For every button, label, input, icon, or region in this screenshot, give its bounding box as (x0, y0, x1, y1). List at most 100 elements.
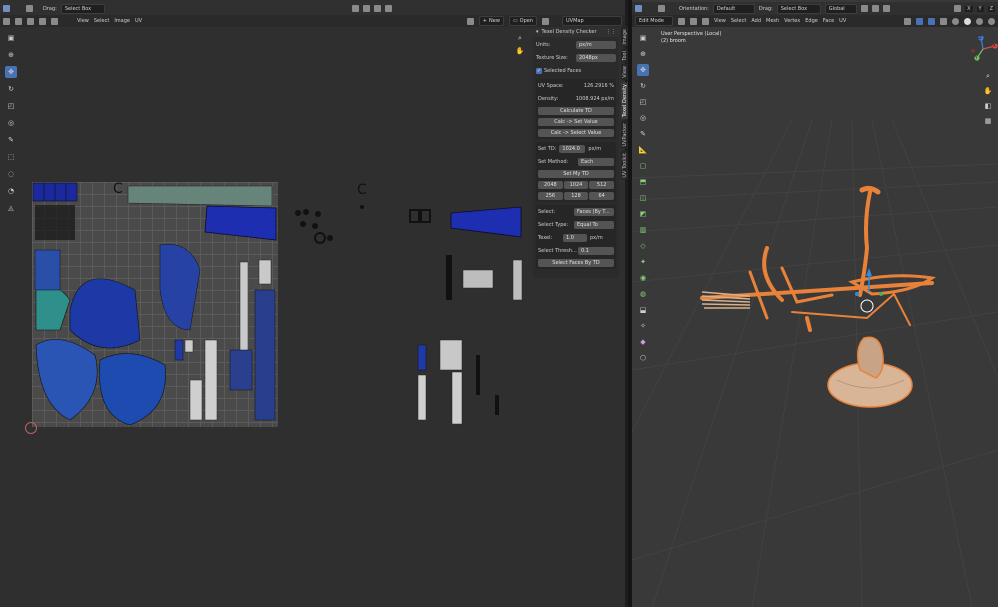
preset-128-button[interactable]: 128 (563, 192, 589, 200)
poly-build-tool[interactable]: ✦ (637, 256, 649, 268)
menu-view-3d[interactable]: View (714, 18, 726, 24)
menu-vertex[interactable]: Vertex (784, 18, 800, 24)
falloff-icon-3d[interactable] (882, 5, 890, 12)
move-tool-3d[interactable]: ✥ (637, 64, 649, 76)
texture-size-label: Texture Size: (536, 55, 568, 61)
bevel-tool[interactable]: ◩ (637, 208, 649, 220)
preset-64-button[interactable]: 64 (589, 192, 615, 200)
spin-tool[interactable]: ◉ (637, 272, 649, 284)
set-method-dropdown[interactable]: Each (578, 158, 614, 166)
panel-header[interactable]: ▾ Texel Density Checker ⋮⋮ (533, 27, 619, 37)
rip-region-tool[interactable]: ⬡ (637, 352, 649, 364)
selected-faces-checkbox[interactable]: ✓ (536, 68, 542, 74)
menu-add[interactable]: Add (751, 18, 761, 24)
gizmo-y-label: Y (975, 55, 978, 60)
density-label: Density: (538, 96, 559, 102)
xray-icon[interactable] (940, 17, 947, 25)
vertex-mode-icon[interactable] (678, 17, 685, 25)
shading-rendered-icon[interactable] (988, 17, 995, 25)
axis-x-toggle[interactable]: X (965, 5, 973, 12)
editor-type-icon-3d[interactable] (635, 5, 642, 12)
calculate-td-button[interactable]: Calculate TD (538, 107, 614, 115)
set-td-input[interactable]: 1024.0 (559, 145, 586, 153)
preset-256-button[interactable]: 256 (538, 192, 563, 200)
visibility-icon[interactable] (904, 17, 911, 25)
rotate-tool-3d[interactable]: ↻ (637, 80, 649, 92)
viewport-perspective-label: User Perspective (Local) (661, 31, 722, 37)
3d-cursor-icon[interactable] (860, 299, 874, 313)
gizmo-z-label: Z (979, 35, 982, 40)
shading-wireframe-icon[interactable] (952, 17, 959, 25)
viewport-object-label: (2) broom (661, 38, 686, 44)
calc-select-value-button[interactable]: Calc -> Select Value (538, 129, 614, 137)
zoom-icon-3d[interactable]: ⌕ (982, 70, 994, 82)
select-faces-by-td-button[interactable]: Select Faces By TD (538, 259, 614, 267)
orientation-dropdown[interactable]: Default (712, 3, 755, 14)
mirror-icon[interactable] (954, 5, 962, 12)
measure-tool[interactable]: 📐 (637, 144, 649, 156)
uv-island-group-inside (32, 182, 277, 426)
shading-material-icon[interactable] (976, 17, 983, 25)
navigation-gizmo[interactable]: X Y Z (968, 34, 998, 64)
menu-mesh[interactable]: Mesh (766, 18, 779, 24)
viewport-subheader: Edit Mode View Select Add Mesh Vertex Ed… (632, 15, 998, 27)
collapse-arrow-icon: ▾ (536, 29, 539, 35)
transform-pivot-icon[interactable] (658, 5, 665, 12)
texture-size-dropdown[interactable]: 2048px (576, 54, 616, 62)
edge-mode-icon[interactable] (690, 17, 697, 25)
calc-set-value-button[interactable]: Calc -> Set Value (538, 118, 614, 126)
face-mode-icon[interactable] (702, 17, 709, 25)
uv-space-value: 126.2916 % (583, 83, 614, 89)
preset-2048-button[interactable]: 2048 (538, 181, 563, 189)
menu-face[interactable]: Face (823, 18, 834, 24)
pan-hand-icon-3d[interactable]: ✋ (982, 85, 994, 97)
select-box-tool-3d[interactable]: ▣ (637, 32, 649, 44)
camera-view-icon[interactable]: ◧ (982, 100, 994, 112)
proportional-icon-3d[interactable] (871, 5, 879, 12)
svg-text:C: C (357, 182, 367, 198)
uv-islands: C C (32, 181, 523, 426)
cursor-tool-3d[interactable]: ⊕ (637, 48, 649, 60)
transform-space-dropdown[interactable]: Global (824, 3, 857, 14)
menu-select-3d[interactable]: Select (731, 18, 746, 24)
threshold-input[interactable]: 0.1 (578, 247, 614, 255)
texel-input[interactable]: 1.0 (563, 234, 587, 242)
loop-cut-tool[interactable]: ▥ (637, 224, 649, 236)
smooth-tool[interactable]: ◍ (637, 288, 649, 300)
mode-dropdown[interactable]: Edit Mode (635, 16, 673, 26)
inset-tool[interactable]: ◫ (637, 192, 649, 204)
gizmo-x-label: X (993, 43, 996, 48)
gizmo-toggle-icon[interactable] (916, 17, 923, 25)
set-my-td-button[interactable]: Set My TD (538, 170, 614, 178)
units-dropdown[interactable]: px/m (576, 41, 616, 49)
shrink-fatten-tool[interactable]: ✧ (637, 320, 649, 332)
preset-512-button[interactable]: 512 (589, 181, 615, 189)
scale-tool-3d[interactable]: ◰ (637, 96, 649, 108)
grid-perspective-icon[interactable]: ▦ (982, 115, 994, 127)
menu-uv-3d[interactable]: UV (839, 18, 846, 24)
drag-handle-icon[interactable]: ⋮⋮ (606, 29, 616, 35)
uv-space-label: UV Space: (538, 83, 564, 89)
edge-slide-tool[interactable]: ⬓ (637, 304, 649, 316)
viewport-toolbar: ▣ ⊕ ✥ ↻ ◰ ◎ ✎ 📐 ▢ ⬒ ◫ ◩ ▥ ◇ ✦ ◉ ◍ ⬓ ✧ ◆ … (637, 32, 651, 364)
select-type-dropdown[interactable]: Equal To (574, 221, 614, 229)
annotate-tool-3d[interactable]: ✎ (637, 128, 649, 140)
hat-mesh[interactable] (827, 336, 913, 408)
menu-edge[interactable]: Edge (805, 18, 818, 24)
viewport-header: Orientation: Default Drag: Select Box Gl… (632, 2, 998, 15)
extrude-tool[interactable]: ⬒ (637, 176, 649, 188)
select-mode-dropdown-3d[interactable]: Select Box (776, 3, 821, 14)
shading-solid-icon[interactable] (964, 17, 971, 25)
snap-icon-3d[interactable] (860, 5, 868, 12)
viewport-nav-buttons: ⌕ ✋ ◧ ▦ (982, 70, 994, 127)
select-dropdown[interactable]: Faces (By T... (574, 208, 614, 216)
preset-1024-button[interactable]: 1024 (563, 181, 589, 189)
texel-unit: px/m (590, 235, 603, 241)
overlay-toggle-icon[interactable] (928, 17, 935, 25)
add-cube-tool[interactable]: ▢ (637, 160, 649, 172)
knife-tool[interactable]: ◇ (637, 240, 649, 252)
shear-tool[interactable]: ◆ (637, 336, 649, 348)
axis-z-toggle[interactable]: Z (987, 5, 995, 12)
transform-tool-3d[interactable]: ◎ (637, 112, 649, 124)
axis-y-toggle[interactable]: Y (976, 5, 984, 12)
